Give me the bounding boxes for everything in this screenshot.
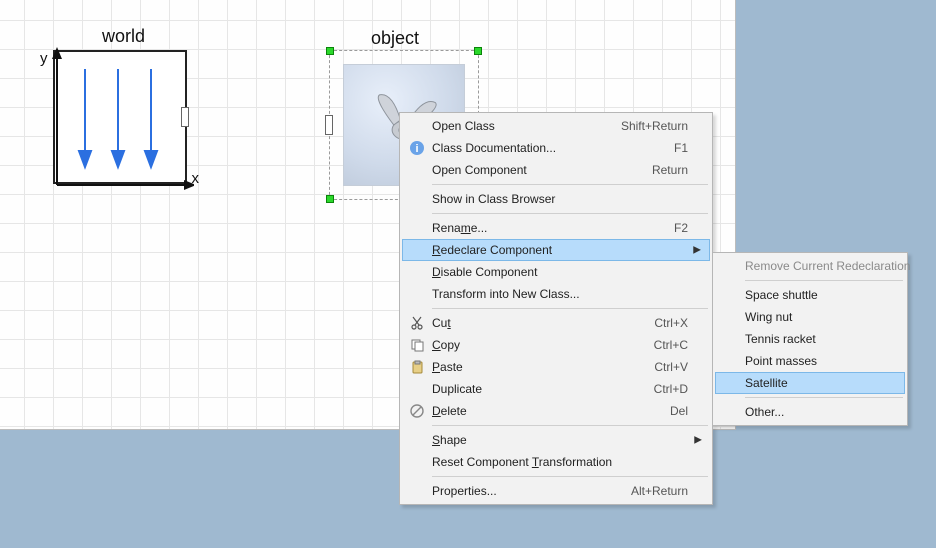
- svg-text:i: i: [415, 143, 418, 155]
- shortcut: Ctrl+X: [654, 316, 688, 330]
- shortcut: Ctrl+D: [654, 382, 688, 396]
- menu-disable-component[interactable]: Disable Component: [402, 261, 710, 283]
- world-axes-icon: [50, 47, 194, 191]
- menu-paste[interactable]: Paste Ctrl+V: [402, 356, 710, 378]
- object-connector[interactable]: [325, 115, 333, 135]
- resize-handle-tr[interactable]: [474, 47, 482, 55]
- submenu-satellite[interactable]: Satellite: [715, 372, 905, 394]
- world-component[interactable]: y x: [53, 50, 187, 184]
- shortcut: Del: [670, 404, 688, 418]
- menu-separator: [745, 397, 903, 398]
- menu-separator: [432, 213, 708, 214]
- shortcut: Alt+Return: [631, 484, 688, 498]
- world-label: world: [102, 26, 145, 47]
- menu-show-in-browser[interactable]: Show in Class Browser: [402, 188, 710, 210]
- menu-separator: [432, 308, 708, 309]
- object-label: object: [371, 28, 419, 49]
- world-connector[interactable]: [181, 107, 189, 127]
- context-menu: Open Class Shift+Return i Class Document…: [399, 112, 713, 505]
- submenu-arrow-icon: ▶: [693, 245, 701, 256]
- submenu-arrow-icon: ▶: [694, 435, 702, 446]
- menu-class-documentation[interactable]: i Class Documentation... F1: [402, 137, 710, 159]
- menu-shape[interactable]: Shape ▶: [402, 429, 710, 451]
- submenu-remove-redeclaration: Remove Current Redeclaration: [715, 255, 905, 277]
- menu-separator: [432, 425, 708, 426]
- menu-rename[interactable]: Rename... F2: [402, 217, 710, 239]
- copy-icon: [409, 337, 425, 353]
- shortcut: F2: [674, 221, 688, 235]
- menu-separator: [745, 280, 903, 281]
- delete-icon: [409, 403, 425, 419]
- shortcut: Return: [652, 163, 688, 177]
- submenu-point-masses[interactable]: Point masses: [715, 350, 905, 372]
- redeclare-submenu: Remove Current Redeclaration Space shutt…: [712, 252, 908, 426]
- resize-handle-bl[interactable]: [326, 195, 334, 203]
- cut-icon: [409, 315, 425, 331]
- y-axis-label: y: [40, 50, 48, 67]
- resize-handle-tl[interactable]: [326, 47, 334, 55]
- menu-redeclare-component[interactable]: Redeclare Component ▶: [402, 239, 710, 261]
- shortcut: F1: [674, 141, 688, 155]
- menu-copy[interactable]: Copy Ctrl+C: [402, 334, 710, 356]
- menu-reset-transformation[interactable]: Reset Component Transformation: [402, 451, 710, 473]
- submenu-space-shuttle[interactable]: Space shuttle: [715, 284, 905, 306]
- menu-separator: [432, 476, 708, 477]
- shortcut: Shift+Return: [621, 119, 688, 133]
- paste-icon: [409, 359, 425, 375]
- menu-properties[interactable]: Properties... Alt+Return: [402, 480, 710, 502]
- menu-transform-new-class[interactable]: Transform into New Class...: [402, 283, 710, 305]
- info-icon: i: [409, 140, 425, 156]
- submenu-tennis-racket[interactable]: Tennis racket: [715, 328, 905, 350]
- menu-duplicate[interactable]: Duplicate Ctrl+D: [402, 378, 710, 400]
- submenu-wing-nut[interactable]: Wing nut: [715, 306, 905, 328]
- menu-delete[interactable]: Delete Del: [402, 400, 710, 422]
- menu-open-class[interactable]: Open Class Shift+Return: [402, 115, 710, 137]
- shortcut: Ctrl+C: [654, 338, 688, 352]
- submenu-other[interactable]: Other...: [715, 401, 905, 423]
- menu-cut[interactable]: Cut Ctrl+X: [402, 312, 710, 334]
- menu-open-component[interactable]: Open Component Return: [402, 159, 710, 181]
- shortcut: Ctrl+V: [654, 360, 688, 374]
- menu-separator: [432, 184, 708, 185]
